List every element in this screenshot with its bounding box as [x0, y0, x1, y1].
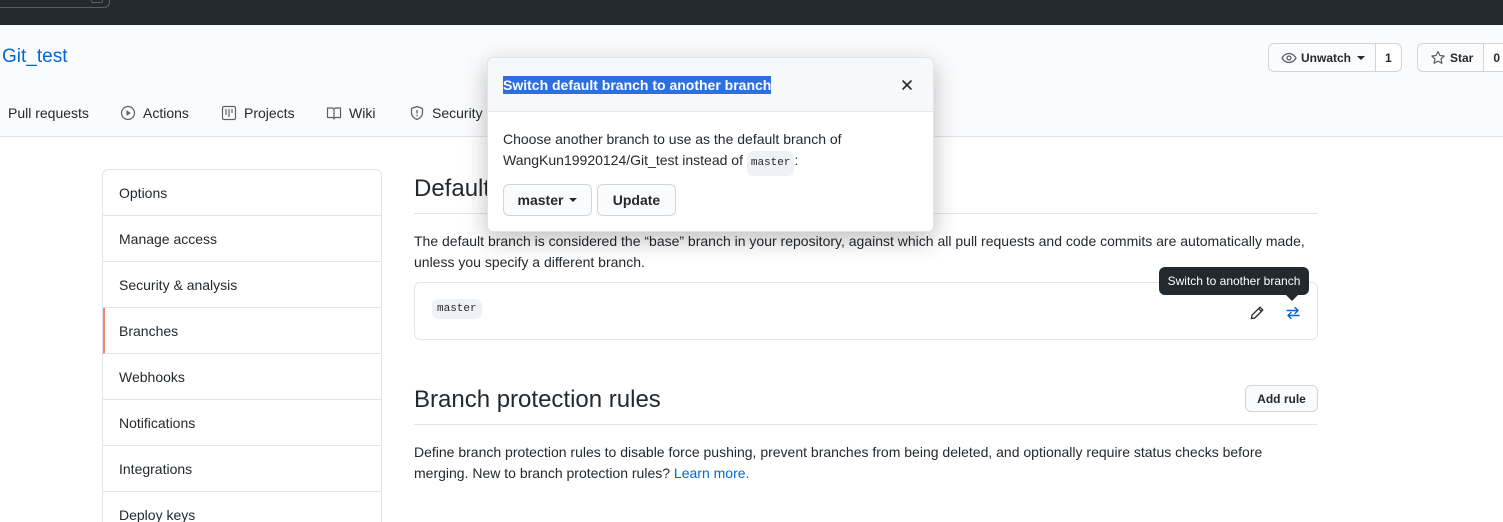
book-icon [326, 107, 342, 120]
shield-icon [410, 105, 424, 121]
dialog-body: Choose another branch to use as the defa… [503, 129, 923, 176]
tab-label: Security [432, 105, 483, 121]
switch-default-branch-dialog: Switch default branch to another branch … [487, 57, 934, 232]
unwatch-label: Unwatch [1301, 50, 1352, 65]
sidebar-item-webhooks[interactable]: Webhooks [103, 354, 381, 400]
tab-label: Projects [244, 105, 295, 121]
sidebar-item-deploy-keys[interactable]: Deploy keys [103, 492, 381, 522]
watchers-count[interactable]: 1 [1376, 43, 1402, 72]
sidebar-item-security-analysis[interactable]: Security & analysis [103, 262, 381, 308]
edit-branch-button[interactable] [1247, 303, 1267, 323]
section-divider [414, 424, 1318, 425]
tab-label: Pull requests [8, 105, 89, 121]
slash-shortcut-icon [91, 0, 103, 3]
sidebar-item-options[interactable]: Options [103, 170, 381, 216]
default-branch-name: master [432, 299, 482, 319]
sidebar-item-manage-access[interactable]: Manage access [103, 216, 381, 262]
star-button[interactable]: Star [1417, 43, 1485, 72]
watch-button-group: Unwatch 1 [1268, 43, 1402, 72]
learn-more-link[interactable]: Learn more. [674, 465, 749, 481]
sidebar-item-label: Options [119, 184, 168, 201]
dialog-body-line1: Choose another branch to use as the defa… [503, 131, 842, 147]
star-icon [1431, 50, 1445, 64]
arrow-switch-icon [1286, 306, 1300, 320]
tab-actions[interactable]: Actions [120, 101, 189, 125]
star-label: Star [1450, 50, 1474, 65]
star-button-group: Star 0 [1417, 43, 1503, 72]
dialog-header: Switch default branch to another branch [488, 58, 933, 112]
sidebar-item-integrations[interactable]: Integrations [103, 446, 381, 492]
dialog-current-branch: master [746, 151, 795, 176]
tab-projects[interactable]: Projects [221, 101, 295, 125]
play-icon [120, 105, 136, 121]
dialog-colon: : [794, 152, 799, 168]
project-icon [221, 105, 237, 121]
dialog-title: Switch default branch to another branch [503, 76, 772, 94]
sidebar-item-label: Manage access [119, 230, 218, 247]
global-header [0, 0, 1503, 25]
branch-select-label: master [517, 192, 564, 208]
branch-protection-title: Branch protection rules [414, 386, 661, 413]
sidebar-item-label: Integrations [119, 460, 193, 477]
branch-protection-text: Define branch protection rules to disabl… [414, 444, 1263, 481]
stars-count[interactable]: 0 [1484, 43, 1503, 72]
tab-pull-requests[interactable]: Pull requests [8, 101, 89, 125]
add-rule-button[interactable]: Add rule [1245, 385, 1318, 412]
tab-wiki[interactable]: Wiki [326, 101, 375, 125]
unwatch-button[interactable]: Unwatch [1268, 43, 1377, 72]
repo-name-link[interactable]: Git_test [2, 46, 67, 68]
close-icon [902, 80, 912, 90]
default-branch-title: Default [414, 175, 491, 202]
update-button[interactable]: Update [597, 184, 676, 216]
eye-icon [1281, 52, 1297, 63]
chevron-down-icon [1357, 55, 1366, 60]
pencil-icon [1250, 306, 1264, 320]
sidebar-item-branches[interactable]: Branches [103, 308, 381, 354]
sidebar-item-label: Security & analysis [119, 276, 238, 293]
branch-select-dropdown[interactable]: master [503, 184, 592, 216]
sidebar-item-notifications[interactable]: Notifications [103, 400, 381, 446]
close-button[interactable] [900, 78, 914, 92]
switch-branch-button[interactable] [1283, 303, 1303, 323]
tab-label: Actions [143, 105, 189, 121]
search-input[interactable] [0, 0, 110, 8]
tab-security[interactable]: Security [409, 101, 483, 125]
switch-branch-tooltip: Switch to another branch [1159, 267, 1309, 301]
branch-protection-description: Define branch protection rules to disabl… [414, 442, 1304, 484]
sidebar-item-label: Notifications [119, 414, 196, 431]
tab-label: Wiki [349, 105, 376, 121]
sidebar-item-label: Branches [119, 322, 179, 339]
chevron-down-icon [569, 198, 578, 202]
sidebar-item-label: Deploy keys [119, 506, 196, 522]
sidebar-item-label: Webhooks [119, 368, 185, 385]
dialog-repo-text: WangKun19920124/Git_test instead of [503, 152, 743, 168]
dialog-body-line2: WangKun19920124/Git_test instead of mast… [503, 150, 923, 176]
settings-sidebar: Options Manage access Security & analysi… [102, 169, 382, 522]
